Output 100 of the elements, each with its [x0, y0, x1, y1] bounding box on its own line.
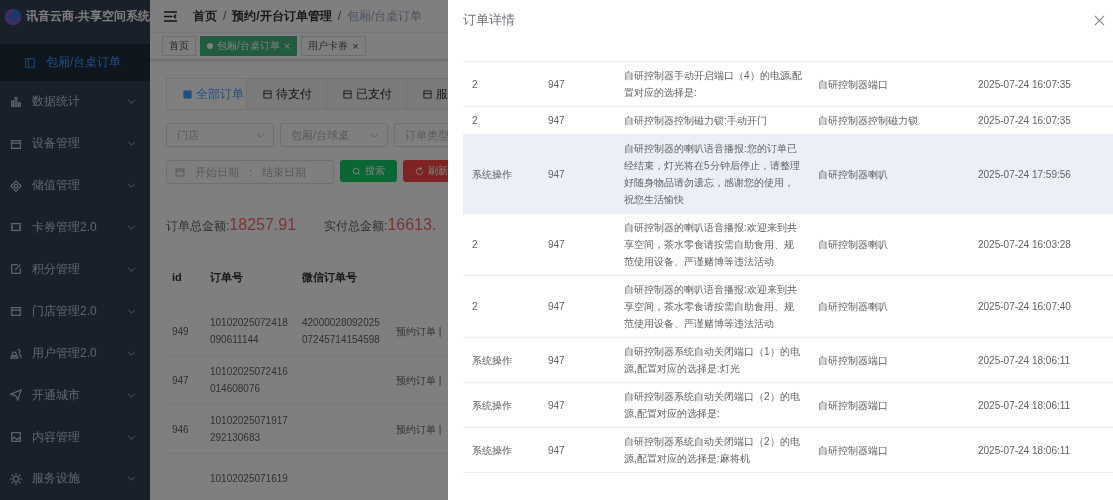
table-cell-text: 预约订单 | — [395, 422, 443, 437]
table-cell-text: 947 — [547, 353, 566, 368]
chevron-icon — [127, 141, 136, 147]
document-icon — [343, 89, 352, 99]
table-row[interactable]: 系统操作 947 自研控制器系统自动关闭端口（2）的电源,配置对应的选择是:麻将机 自研控制器端口 2025-07-24 18:06:11 — [463, 428, 1113, 473]
order-tab[interactable]: 已支付 — [327, 79, 407, 109]
table-cell-text: 2025-07-24 17:59:56 — [977, 167, 1072, 182]
table-row[interactable]: 2 947 自研控制器手动开启端口（4）的电源,配置对应的选择是: 自研控制器端口 2025-07-24 16:07:35 — [463, 62, 1113, 107]
order-tab[interactable]: 待支付 — [247, 79, 327, 109]
sidebar-item[interactable]: 用户管理2.0 — [0, 332, 150, 375]
search-button[interactable]: 搜索 — [340, 160, 397, 182]
page-tag[interactable]: 包厢/台桌订单 × — [200, 36, 298, 56]
table-cell-text: 946 — [171, 422, 190, 437]
sidebar-item[interactable]: 卡券管理2.0 — [0, 206, 150, 249]
close-icon[interactable] — [1094, 14, 1105, 26]
table-cell-text: 10102025071619 — [209, 471, 289, 486]
sidebar-item[interactable]: 储值管理 — [0, 164, 150, 207]
table-cell-text: 系统操作 — [471, 443, 513, 458]
gear-icon — [10, 473, 22, 485]
table-cell-text: 949 — [171, 324, 190, 339]
refresh-icon — [415, 166, 424, 176]
total-label: 实付总金额: — [324, 219, 388, 235]
table-cell-text: 947 — [547, 300, 566, 314]
chevron-icon — [127, 99, 136, 105]
table-cell-text: 自研控制器控制磁力锁:手动开门 — [623, 114, 768, 128]
table-cell-text: 2025-07-24 18:06:11 — [977, 443, 1072, 458]
edit-icon — [10, 263, 22, 276]
breadcrumb-link[interactable]: 预约/开台订单管理 — [232, 7, 332, 25]
chevron-icon — [127, 224, 136, 230]
document-icon — [183, 89, 192, 99]
table-cell-text: 2 — [471, 300, 479, 314]
user-icon — [10, 347, 22, 360]
table-row[interactable]: 系统操作 947 自研控制器系统自动关闭端口（2）的电源,配置对应的选择是: 自研控制器端口 2025-07-24 18:06:11 — [463, 383, 1113, 428]
table-cell-text: 947 — [547, 167, 566, 182]
table-cell-text: 自研控制器端口 — [817, 398, 889, 413]
chevron-icon — [127, 392, 136, 398]
table-cell-text: 自研控制器端口 — [817, 353, 889, 368]
sidebar-item[interactable]: 包厢/台桌订单 — [0, 44, 150, 81]
sidebar-item[interactable]: 设备管理 — [0, 122, 150, 165]
send-icon — [10, 389, 22, 402]
box-icon — [10, 137, 22, 150]
page-tag[interactable]: 用户卡券 × — [301, 36, 366, 56]
sidebar-item[interactable]: 门店管理2.0 — [0, 290, 150, 333]
table-cell-text: 系统操作 — [471, 167, 513, 182]
table-cell-text: 自研控制器系统自动关闭端口（2）的电源,配置对应的选择是:麻将机 — [623, 435, 801, 466]
table-cell-text: 2025-07-24 16:03:28 — [977, 238, 1072, 252]
sidebar-item[interactable]: 服务设施 — [0, 458, 150, 500]
table-cell-text: 自研控制器喇叭 — [817, 238, 889, 252]
chevron-icon — [127, 476, 136, 482]
table-cell-text: 2025-07-24 16:07:35 — [977, 114, 1072, 128]
sidebar-item[interactable]: 开通城市 — [0, 374, 150, 417]
document-icon — [263, 89, 272, 99]
sidebar-item[interactable]: 内容管理 — [0, 416, 150, 459]
breadcrumb-separator: / — [337, 9, 342, 23]
table-row[interactable]: 系统操作 947 自研控制器的喇叭语音播报:您的订单已经结束，灯光将在5分钟后停止，请整理好随身物品请勿遗忘，感谢您的使用，祝您生活愉快 自研控制器喇叭 2025-07-24 17:59:56 — [463, 135, 1113, 214]
table-cell-text: 947 — [547, 77, 566, 92]
table-cell-text: 2025-07-24 16:07:35 — [977, 77, 1072, 92]
table-cell-text: 947 — [547, 238, 566, 252]
table-cell-text: 2 — [471, 238, 479, 252]
table-cell-text: 系统操作 — [471, 353, 513, 368]
drawer-title: 订单详情 — [463, 11, 515, 29]
close-icon[interactable]: × — [352, 40, 359, 52]
table-cell-text: 947 — [547, 114, 566, 128]
box-icon — [10, 305, 22, 318]
chevron-icon — [127, 434, 136, 440]
active-dot — [207, 43, 213, 49]
table-cell-text: 4200002809202507245714154598 — [301, 316, 381, 347]
chart-icon — [10, 95, 22, 108]
table-cell-text: 2025-07-24 18:06:11 — [977, 353, 1072, 368]
table-cell-text: 自研控制器端口 — [817, 77, 889, 92]
app-title: 讯音云商-共享空间系统 — [26, 9, 150, 25]
total-amount: 16613. — [387, 216, 437, 234]
table-row[interactable]: 2 947 自研控制器的喇叭语音播报:欢迎来到共享空间，茶水零食请按需自助食用、规范使用设备、严谨赌博等违法活动 自研控制器喇叭 2025-07-24 16:07:40 — [463, 276, 1113, 338]
table-cell-text: 947 — [171, 373, 190, 388]
chevron-icon — [127, 183, 136, 189]
sidebar-item[interactable]: 积分管理 — [0, 248, 150, 291]
table-row[interactable]: 系统操作 947 自研控制器系统自动关闭端口（1）的电源,配置对应的选择是:灯光 自研控制器端口 2025-07-24 18:06:11 — [463, 338, 1113, 383]
refresh-button[interactable]: 刷新 — [403, 160, 448, 182]
breadcrumb-link[interactable]: 首页 — [193, 7, 217, 25]
close-icon[interactable]: × — [283, 40, 291, 52]
table-cell-text: 947 — [547, 398, 566, 413]
page-tag[interactable]: 首页 — [162, 36, 196, 56]
column-header: id — [171, 269, 183, 285]
total-label: 订单总金额: — [166, 219, 230, 235]
chevron-icon — [127, 308, 136, 314]
ticket-icon — [10, 221, 22, 234]
breadcrumb-separator: / — [223, 9, 227, 23]
table-cell-text: 2 — [471, 114, 479, 128]
chevron-icon — [127, 350, 136, 356]
table-cell-text: 10102025072418090611144 — [209, 316, 289, 347]
table-cell-text: 自研控制器的喇叭语音播报:欢迎来到共享空间，茶水零食请按需自助食用、规范使用设备、严谨赌博等违法活动 — [623, 283, 798, 331]
table-row[interactable]: 2 947 自研控制器的喇叭语音播报:欢迎来到共享空间，茶水零食请按需自助食用、规范使用设备、严谨赌博等违法活动 自研控制器喇叭 2025-07-24 16:03:28 — [463, 214, 1113, 276]
search-icon — [352, 166, 361, 176]
order-tab[interactable]: 服 — [407, 79, 448, 109]
table-cell-text: 自研控制器喇叭 — [817, 300, 889, 314]
table-cell-text: 预约订单 | — [395, 324, 443, 339]
picture-icon — [10, 431, 22, 444]
modal-overlay[interactable] — [0, 0, 448, 500]
table-cell-text: 10102025071917292130683 — [209, 414, 289, 445]
menu-icon[interactable] — [164, 10, 177, 22]
